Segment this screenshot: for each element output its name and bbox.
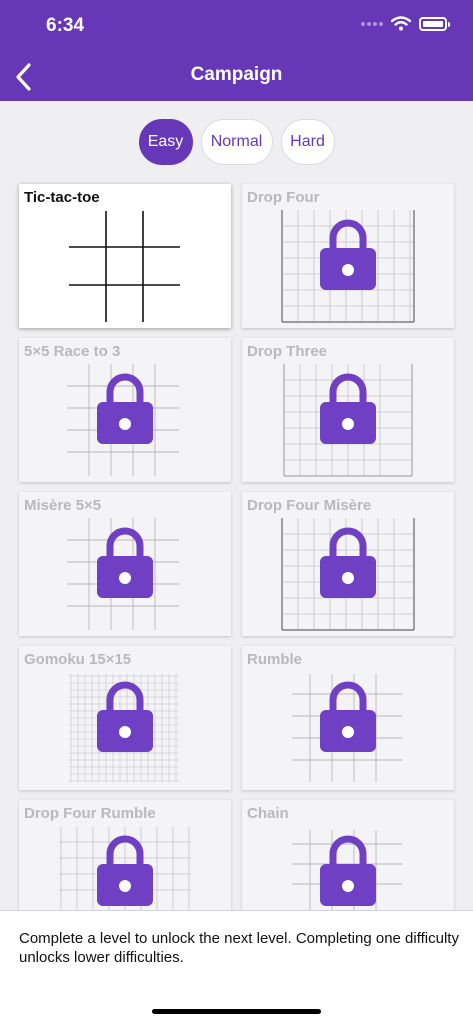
battery-icon xyxy=(419,16,450,31)
lock-icon xyxy=(97,835,153,906)
difficulty-hard-button[interactable]: Hard xyxy=(280,119,335,165)
level-card-drop-four-misere[interactable]: Drop Four Misère xyxy=(242,492,454,636)
signal-icon xyxy=(361,21,383,26)
status-icons xyxy=(361,16,450,31)
level-title: Misère 5×5 xyxy=(24,497,102,514)
lock-icon xyxy=(97,373,153,444)
lock-icon xyxy=(320,373,376,444)
lock-icon xyxy=(320,681,376,752)
level-card-drop-four[interactable]: Drop Four xyxy=(242,184,454,328)
lock-icon xyxy=(320,835,376,906)
level-title: Drop Four Rumble xyxy=(24,805,156,822)
app-header: 6:34 Campaign xyxy=(0,0,473,101)
level-title: Drop Four Misère xyxy=(247,497,372,514)
level-card-tic-tac-toe[interactable]: Tic-tac-toe xyxy=(19,184,231,328)
level-title: Gomoku 15×15 xyxy=(24,651,132,668)
difficulty-selector: Easy Normal Hard xyxy=(0,119,473,165)
level-card-misere-5x5[interactable]: Misère 5×5 xyxy=(19,492,231,636)
status-time: 6:34 xyxy=(46,15,85,36)
level-title: Rumble xyxy=(247,651,303,668)
wifi-icon xyxy=(391,16,411,31)
level-card-gomoku-15x15[interactable]: Gomoku 15×15 xyxy=(19,646,231,790)
difficulty-normal-button[interactable]: Normal xyxy=(200,119,273,165)
level-title: Drop Three xyxy=(247,343,328,360)
lock-icon xyxy=(320,527,376,598)
level-card-5x5-race-to-3[interactable]: 5×5 Race to 3 xyxy=(19,338,231,482)
lock-icon xyxy=(97,527,153,598)
level-title: Chain xyxy=(247,805,289,822)
difficulty-easy-button[interactable]: Easy xyxy=(138,119,193,165)
level-title: 5×5 Race to 3 xyxy=(24,343,121,360)
home-indicator[interactable] xyxy=(152,1009,321,1014)
page-title: Campaign xyxy=(190,64,283,85)
lock-icon xyxy=(320,219,376,290)
level-title: Tic-tac-toe xyxy=(24,189,100,206)
info-footer: Complete a level to unlock the next leve… xyxy=(0,910,473,1024)
level-title: Drop Four xyxy=(247,189,320,206)
level-card-rumble[interactable]: Rumble xyxy=(242,646,454,790)
level-card-drop-three[interactable]: Drop Three xyxy=(242,338,454,482)
lock-icon xyxy=(97,681,153,752)
unlock-hint-text: Complete a level to unlock the next leve… xyxy=(19,930,459,966)
